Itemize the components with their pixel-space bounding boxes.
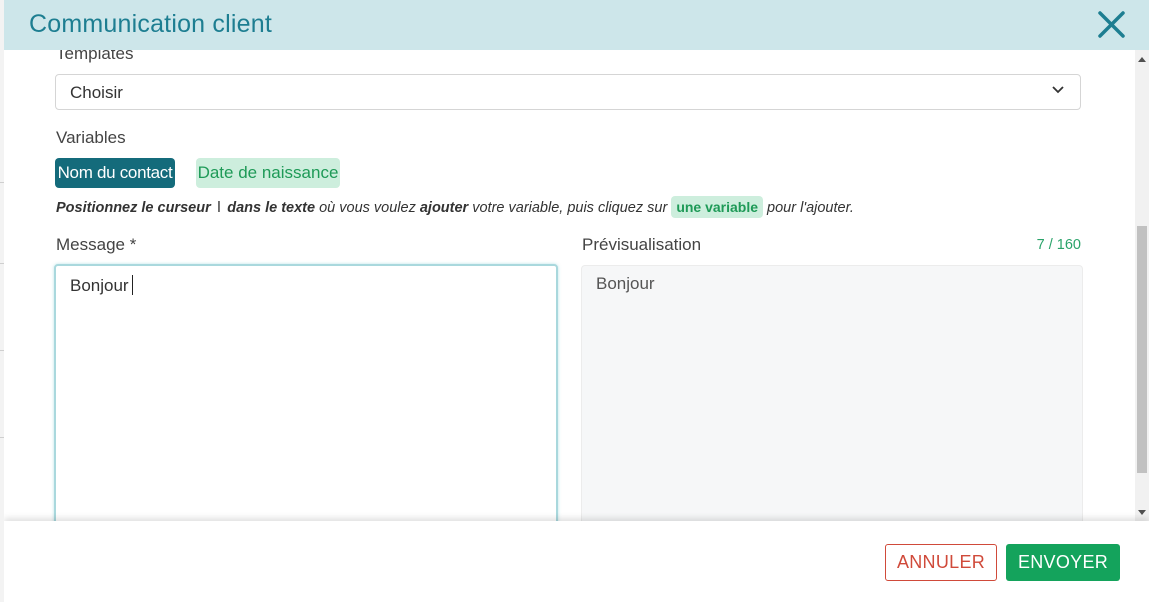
preview-panel: Bonjour <box>581 265 1083 521</box>
scroll-up-arrow-icon[interactable] <box>1138 57 1146 62</box>
scrollbar-thumb[interactable] <box>1137 226 1147 473</box>
message-label: Message * <box>56 235 137 254</box>
communication-modal: Communication client Templates Choisir V… <box>4 0 1149 602</box>
send-button[interactable]: ENVOYER <box>1006 544 1120 581</box>
text-caret <box>131 275 133 295</box>
variable-hint: Positionnez le curseur I dans le texte o… <box>56 195 854 220</box>
modal-body[interactable]: Templates Choisir Variables Nom du conta… <box>4 50 1135 521</box>
preview-label: Prévisualisation <box>582 235 702 254</box>
hint-variable-chip: une variable <box>671 196 764 218</box>
cancel-button[interactable]: ANNULER <box>885 544 997 581</box>
hint-part: Positionnez le curseur <box>56 200 211 216</box>
close-button[interactable] <box>1094 8 1128 42</box>
hint-part: où vous voulez <box>319 200 416 216</box>
hint-part: dans le texte <box>227 200 316 216</box>
templates-select[interactable]: Choisir <box>55 74 1081 110</box>
modal-title: Communication client <box>29 10 272 38</box>
character-counter: 7 / 160 <box>1036 237 1081 253</box>
message-textarea[interactable]: Bonjour <box>54 264 558 521</box>
hint-part: pour l'ajouter. <box>767 200 854 216</box>
variable-chip-contact-name[interactable]: Nom du contact <box>55 158 175 188</box>
hint-part: votre variable, puis cliquez sur <box>472 200 668 216</box>
templates-label: Templates <box>56 50 134 63</box>
hint-part: ajouter <box>419 200 469 216</box>
close-icon <box>1098 11 1125 38</box>
preview-text: Bonjour <box>596 274 655 293</box>
chevron-down-icon <box>1052 86 1064 94</box>
modal-header: Communication client <box>4 0 1149 50</box>
message-text: Bonjour <box>70 276 129 295</box>
variable-chip-birth-date[interactable]: Date de naissance <box>196 158 340 188</box>
modal-footer: ANNULER ENVOYER <box>4 521 1149 602</box>
scroll-down-arrow-icon[interactable] <box>1138 510 1146 515</box>
variables-label: Variables <box>56 128 126 147</box>
message-value: Bonjour <box>70 275 133 296</box>
templates-selected-value: Choisir <box>70 83 123 102</box>
text-cursor-icon: I <box>216 198 222 216</box>
modal-scrollbar[interactable] <box>1135 50 1149 521</box>
